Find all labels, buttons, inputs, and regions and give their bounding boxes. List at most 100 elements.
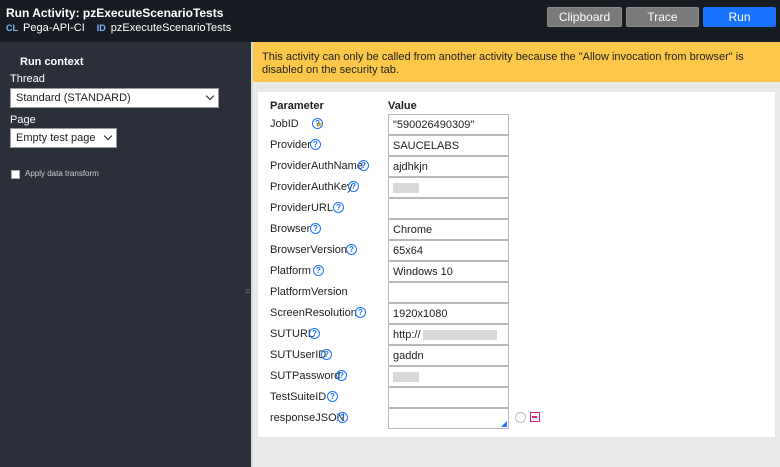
parameter-row: responseJSON? <box>258 408 775 429</box>
class-value: Pega-API-CI <box>23 22 85 34</box>
parameter-input[interactable]: Windows 10 <box>388 261 509 282</box>
parameter-name: PlatformVersion <box>270 286 348 298</box>
parameter-value: 65x64 <box>393 245 423 257</box>
parameter-value: Chrome <box>393 224 433 236</box>
expand-icon[interactable] <box>530 412 540 422</box>
parameter-input[interactable]: gaddn <box>388 345 509 366</box>
help-circle-icon[interactable]: ? <box>358 160 369 171</box>
parameter-input[interactable] <box>388 282 509 303</box>
parameter-name: Browser <box>270 223 311 235</box>
run-context-panel: Run context Thread Standard (STANDARD) P… <box>0 42 251 467</box>
parameter-input[interactable] <box>388 366 509 387</box>
parameter-input[interactable] <box>388 177 509 198</box>
parameter-row: SUTUserID? gaddn <box>258 345 775 366</box>
parameter-input[interactable]: ajdhkjn <box>388 156 509 177</box>
id-value: pzExecuteScenarioTests <box>110 22 232 34</box>
parameter-row: Platform? Windows 10 <box>258 261 775 282</box>
parameter-name: JobID <box>270 118 299 130</box>
page-select-value: Empty test page <box>16 132 96 144</box>
id-tag: ID <box>96 23 106 33</box>
thread-select[interactable]: Standard (STANDARD) <box>10 88 219 108</box>
parameter-row: Browser? Chrome <box>258 219 775 240</box>
parameter-row: TestSuiteID? <box>258 387 775 408</box>
parameter-name: SUTURL <box>270 328 315 340</box>
help-circle-icon[interactable]: ? <box>309 328 320 339</box>
parameter-name: ProviderAuthName <box>270 160 363 172</box>
chevron-down-icon <box>103 131 113 141</box>
parameter-input[interactable]: SAUCELABS <box>388 135 509 156</box>
parameter-name: BrowserVersion <box>270 244 348 256</box>
parameter-row: SUTPassword? <box>258 366 775 387</box>
run-button[interactable]: Run <box>703 7 776 27</box>
parameter-value: SAUCELABS <box>393 140 460 152</box>
help-circle-icon[interactable]: ? <box>321 349 332 360</box>
parameter-value: "590026490309" <box>393 119 475 131</box>
warning-banner: This activity can only be called from an… <box>253 42 780 82</box>
help-circle-icon[interactable]: ? <box>336 370 347 381</box>
drag-handle-icon[interactable]: = <box>245 286 250 296</box>
parameter-input[interactable]: Chrome <box>388 219 509 240</box>
help-circle-icon[interactable]: ? <box>348 181 359 192</box>
parameter-row: BrowserVersion? 65x64 <box>258 240 775 261</box>
trace-button[interactable]: Trace <box>626 7 699 27</box>
parameter-name: ProviderAuthKey <box>270 181 353 193</box>
parameter-input[interactable]: 1920x1080 <box>388 303 509 324</box>
parameter-row: ProviderAuthKey? <box>258 177 775 198</box>
parameter-row: JobID ★? "590026490309" <box>258 114 775 135</box>
page-label: Page <box>10 114 36 126</box>
thread-label: Thread <box>10 73 45 85</box>
parameter-value: ajdhkjn <box>393 161 428 173</box>
help-circle-icon[interactable]: ? <box>355 307 366 318</box>
clipboard-button[interactable]: Clipboard <box>547 7 622 27</box>
parameter-value: Windows 10 <box>393 266 453 278</box>
parameter-input[interactable]: http:// <box>388 324 509 345</box>
redacted-value <box>422 330 497 341</box>
parameter-textarea[interactable] <box>388 408 509 429</box>
parameter-input[interactable] <box>388 198 509 219</box>
parameters-panel: Parameter Value JobID ★? "590026490309" Pro… <box>258 92 775 437</box>
help-circle-icon[interactable]: ? <box>337 412 348 423</box>
main-area: This activity can only be called from an… <box>253 42 780 467</box>
run-context-heading: Run context <box>20 56 84 68</box>
parameter-input[interactable]: "590026490309" <box>388 114 509 135</box>
activity-meta: CL Pega-API-CI ID pzExecuteScenarioTests <box>6 22 243 34</box>
parameter-name: ProviderURL <box>270 202 333 214</box>
apply-data-transform-label: Apply data transform <box>25 169 99 178</box>
parameter-name: TestSuiteID <box>270 391 327 403</box>
column-header-value: Value <box>388 100 417 112</box>
page-select[interactable]: Empty test page <box>10 128 117 148</box>
help-circle-icon[interactable]: ? <box>333 202 344 213</box>
top-bar: Run Activity: pzExecuteScenarioTests CL … <box>0 0 780 42</box>
help-circle-icon[interactable]: ? <box>327 391 338 402</box>
parameter-value: gaddn <box>393 350 424 362</box>
chevron-down-icon <box>205 91 215 101</box>
parameter-row: ScreenResolution? 1920x1080 <box>258 303 775 324</box>
parameter-row: PlatformVersion <box>258 282 775 303</box>
redacted-value <box>393 183 419 194</box>
help-circle-icon[interactable]: ? <box>310 223 321 234</box>
thread-select-value: Standard (STANDARD) <box>16 92 131 104</box>
parameter-input[interactable] <box>388 387 509 408</box>
help-circle-icon[interactable]: ? <box>346 244 357 255</box>
help-circle-icon[interactable]: ? <box>313 265 324 276</box>
parameter-row: SUTURL? http:// <box>258 324 775 345</box>
parameter-name: SUTPassword <box>270 370 341 382</box>
column-header-parameter: Parameter <box>270 100 324 112</box>
help-circle-icon[interactable]: ? <box>310 139 321 150</box>
redacted-value <box>393 372 419 383</box>
parameter-name: SUTUserID <box>270 349 327 361</box>
class-tag: CL <box>6 23 18 33</box>
parameter-row: ProviderURL? <box>258 198 775 219</box>
page-title: Run Activity: pzExecuteScenarioTests <box>6 6 224 20</box>
parameter-row: ProviderAuthName? ajdhkjn <box>258 156 775 177</box>
apply-data-transform-checkbox[interactable] <box>11 170 20 179</box>
parameter-name: Platform <box>270 265 311 277</box>
resize-handle-icon[interactable] <box>501 421 507 427</box>
parameter-value: 1920x1080 <box>393 308 448 320</box>
parameter-name: ScreenResolution <box>270 307 357 319</box>
parameter-value: http:// <box>393 329 421 341</box>
parameter-input[interactable]: 65x64 <box>388 240 509 261</box>
parameter-name: Provider <box>270 139 311 151</box>
gear-icon[interactable] <box>515 412 526 423</box>
help-circle-icon[interactable]: ? <box>312 118 323 129</box>
